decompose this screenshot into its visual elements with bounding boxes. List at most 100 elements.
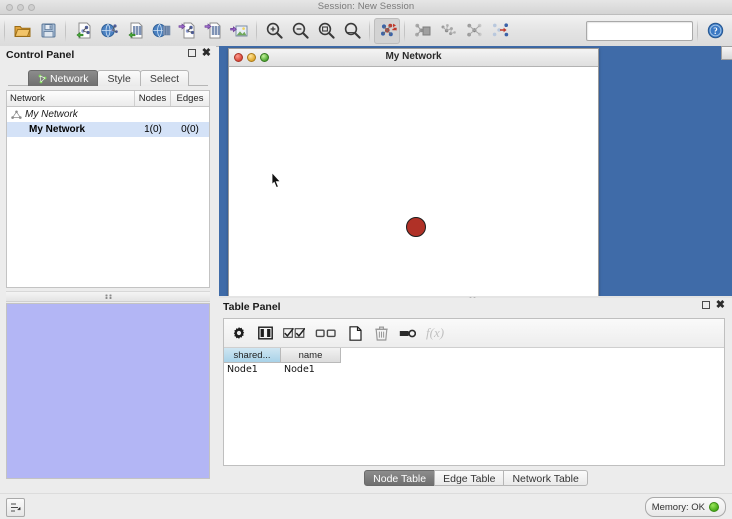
network-tree-item-my-network[interactable]: My Network 1(0) 0(0) [7, 122, 209, 137]
search-box[interactable] [586, 20, 693, 41]
svg-text:?: ? [713, 26, 718, 36]
select-adjacent-edges-icon [414, 23, 430, 37]
tab-network-label: Network [49, 72, 89, 85]
memory-status-label: Memory: OK [651, 501, 705, 513]
tab-network-table[interactable]: Network Table [503, 470, 588, 486]
control-panel-splitter[interactable] [6, 291, 210, 302]
network-canvas[interactable] [229, 67, 598, 297]
network-desktop-background[interactable]: My Network [219, 46, 732, 298]
column-header-edges[interactable]: Edges [171, 91, 209, 106]
control-panel: Control Panel ✖ Network Style Select Net… [0, 46, 216, 493]
network-icon [38, 74, 47, 83]
network-desktop-scrollbar[interactable] [721, 46, 732, 298]
fit-selected-button[interactable] [339, 18, 365, 44]
export-table-icon [204, 22, 220, 39]
export-network-icon [178, 22, 194, 39]
toolbar-separator [369, 19, 370, 42]
select-nodes-edges-icon [441, 24, 456, 36]
open-session-button[interactable] [9, 18, 35, 44]
table-toolbar: f(x) [224, 319, 724, 348]
zoom-in-button[interactable] [261, 18, 287, 44]
select-nodes-edges-mode-button[interactable] [374, 17, 400, 44]
network-root-label: My Network [25, 109, 78, 120]
column-header-nodes[interactable]: Nodes [135, 91, 171, 106]
table-panel: Table Panel ✖ f(x) shared... name Node1 … [219, 298, 732, 493]
export-network-button[interactable] [174, 18, 200, 44]
help-button[interactable]: ? [702, 18, 728, 44]
main-toolbar: ? [0, 15, 732, 47]
help-icon: ? [707, 22, 723, 39]
function-builder-button[interactable]: f(x) [426, 325, 452, 341]
import-table-file-icon [127, 22, 142, 39]
tab-style-label: Style [107, 72, 131, 85]
select-first-neighbors-button[interactable] [461, 18, 487, 44]
delete-column-button[interactable] [373, 325, 389, 341]
network-node-Node1[interactable] [406, 217, 426, 237]
table-panel-float-button[interactable] [701, 301, 710, 309]
network-tree-table: Network Nodes Edges My Network My Networ… [6, 90, 210, 288]
select-first-neighbors-icon [466, 23, 482, 37]
hide-selected-button[interactable] [487, 18, 513, 44]
tab-select[interactable]: Select [139, 70, 190, 86]
scrollbar-thumb[interactable] [721, 46, 732, 60]
control-panel-title: Control Panel [6, 49, 75, 61]
control-panel-float-button[interactable] [187, 49, 196, 57]
zoom-display-all-button[interactable] [313, 18, 339, 44]
zoom-out-button[interactable] [287, 18, 313, 44]
cell-name[interactable]: Node1 [281, 363, 341, 377]
tab-node-table[interactable]: Node Table [364, 470, 436, 486]
control-panel-close-icon[interactable]: ✖ [202, 48, 211, 59]
gear-icon [233, 327, 245, 339]
select-all-nodes-edges-button[interactable] [435, 18, 461, 44]
network-item-edges: 0(0) [181, 124, 199, 135]
column-header-network[interactable]: Network [7, 91, 135, 106]
control-panel-buttons: ✖ [187, 48, 211, 59]
toolbar-separator [697, 19, 698, 42]
cytoscape-window: Session: New Session ? Control Panel ✖ N… [0, 0, 732, 519]
new-column-icon [348, 325, 362, 341]
mouse-cursor-icon [271, 172, 282, 188]
network-tree-root-row[interactable]: My Network [7, 107, 209, 122]
deselect-all-columns-button[interactable] [315, 325, 337, 341]
rename-column-button[interactable] [399, 325, 416, 341]
drag-select-nodes-icon [380, 23, 397, 37]
import-table-file-button[interactable] [122, 18, 148, 44]
import-network-file-button[interactable] [70, 18, 96, 44]
table-settings-button[interactable] [231, 325, 247, 341]
save-session-icon [41, 23, 55, 38]
network-view-frame[interactable]: My Network [228, 48, 599, 297]
column-header-shared-name[interactable]: shared... [224, 348, 281, 363]
select-all-columns-button[interactable] [283, 325, 305, 341]
tab-network[interactable]: Network [27, 70, 99, 86]
tab-style[interactable]: Style [97, 70, 141, 86]
import-network-url-button[interactable] [96, 18, 122, 44]
export-image-button[interactable] [226, 18, 252, 44]
import-network-url-icon [100, 23, 118, 38]
table-panel-title: Table Panel [223, 301, 281, 313]
create-new-column-button[interactable] [347, 325, 363, 341]
export-table-button[interactable] [200, 18, 226, 44]
zoom-in-icon [266, 22, 283, 39]
cell-shared-name[interactable]: Node1 [224, 363, 281, 377]
toolbar-separator [4, 19, 5, 42]
table-row[interactable]: Node1 Node1 [224, 363, 724, 377]
node-table-header: shared... name [224, 348, 724, 363]
rename-column-icon [399, 329, 416, 337]
search-input[interactable] [587, 23, 692, 41]
network-view-titlebar: My Network [229, 49, 598, 67]
select-adjacent-edges-button[interactable] [409, 18, 435, 44]
control-panel-tabs: Network Style Select [0, 69, 216, 86]
delete-column-icon [374, 326, 388, 341]
table-panel-close-icon[interactable]: ✖ [716, 300, 725, 311]
import-table-url-button[interactable] [148, 18, 174, 44]
task-history-button[interactable] [6, 498, 25, 517]
network-overview-panel[interactable] [6, 303, 210, 479]
zoom-out-icon [292, 22, 309, 39]
save-session-button[interactable] [35, 18, 61, 44]
memory-status[interactable]: Memory: OK [644, 497, 726, 517]
task-history-icon [11, 503, 21, 512]
toggle-column-layout-button[interactable] [257, 325, 273, 341]
deselect-all-columns-icon [315, 329, 336, 338]
column-header-name[interactable]: name [281, 348, 341, 363]
tab-edge-table[interactable]: Edge Table [434, 470, 505, 486]
